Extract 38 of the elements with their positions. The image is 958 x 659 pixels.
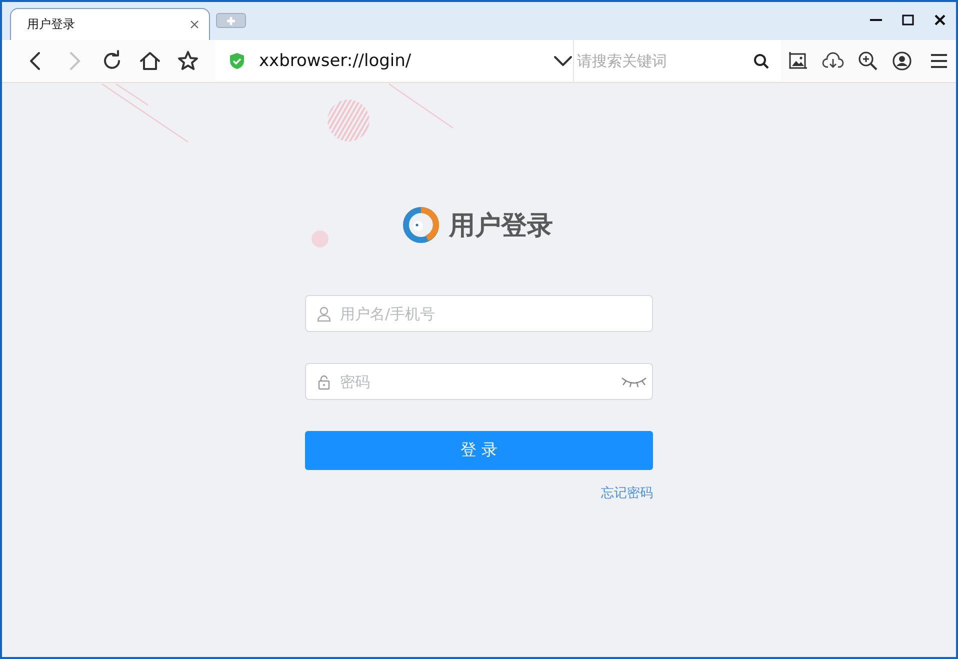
zoom-button[interactable] xyxy=(858,51,878,71)
address-url[interactable]: xxbrowser://login/ xyxy=(259,51,539,71)
password-field[interactable]: 密码 xyxy=(305,363,653,400)
logo-icon xyxy=(403,207,439,243)
image-icon xyxy=(788,51,808,71)
screenshot-button[interactable] xyxy=(788,51,808,71)
reload-button[interactable] xyxy=(101,50,123,72)
home-icon xyxy=(139,50,161,72)
user-circle-icon xyxy=(892,51,912,71)
home-button[interactable] xyxy=(139,50,161,72)
maximize-icon xyxy=(902,14,914,26)
tab-title: 用户登录 xyxy=(27,16,75,33)
browser-tab[interactable]: 用户登录 xyxy=(10,8,210,40)
page-title: 用户登录 xyxy=(449,210,553,242)
minimize-icon xyxy=(870,19,882,21)
maximize-button[interactable] xyxy=(902,14,914,26)
close-tab-button[interactable] xyxy=(190,20,199,29)
shield-check-icon xyxy=(229,52,245,70)
account-button[interactable] xyxy=(892,51,912,71)
close-button[interactable] xyxy=(934,14,946,26)
reload-icon xyxy=(101,50,123,72)
bookmark-button[interactable] xyxy=(177,50,199,72)
username-field[interactable]: 用户名/手机号 xyxy=(305,295,653,332)
search-field[interactable]: 请搜索关键词 xyxy=(577,48,753,74)
closed-eye-icon[interactable] xyxy=(621,374,647,388)
plus-icon xyxy=(226,16,236,26)
zoom-in-icon xyxy=(858,51,878,71)
search-button[interactable] xyxy=(753,53,769,69)
striped-circle-decoration xyxy=(327,99,370,142)
star-icon xyxy=(177,50,199,72)
search-icon xyxy=(753,53,769,69)
menu-icon xyxy=(930,53,948,69)
menu-button[interactable] xyxy=(930,53,948,69)
dot-decoration xyxy=(311,230,329,248)
address-dropdown-button[interactable] xyxy=(553,55,573,67)
chevron-down-icon xyxy=(553,55,573,67)
close-icon xyxy=(190,20,199,29)
close-icon xyxy=(934,14,946,26)
